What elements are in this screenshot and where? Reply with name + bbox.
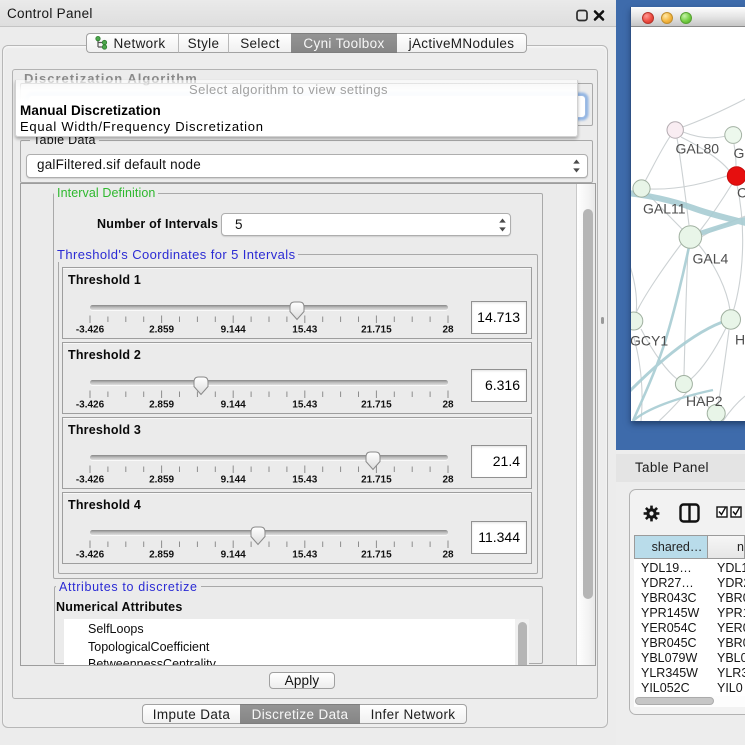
svg-text:15.43: 15.43 bbox=[292, 550, 317, 561]
svg-text:15.43: 15.43 bbox=[292, 400, 317, 411]
svg-text:G.: G. bbox=[734, 145, 745, 161]
svg-text:GAL80: GAL80 bbox=[676, 141, 720, 157]
svg-text:28: 28 bbox=[442, 550, 454, 561]
svg-text:21.715: 21.715 bbox=[361, 325, 392, 336]
svg-text:C: C bbox=[737, 185, 745, 201]
svg-text:15.43: 15.43 bbox=[292, 325, 317, 336]
svg-text:28: 28 bbox=[442, 475, 454, 486]
svg-text:2.859: 2.859 bbox=[149, 325, 174, 336]
svg-text:28: 28 bbox=[442, 400, 454, 411]
svg-text:2.859: 2.859 bbox=[149, 475, 174, 486]
svg-text:28: 28 bbox=[442, 325, 454, 336]
svg-text:21.715: 21.715 bbox=[361, 400, 392, 411]
svg-text:GAL4: GAL4 bbox=[693, 251, 729, 267]
svg-text:9.144: 9.144 bbox=[221, 400, 246, 411]
svg-text:15.43: 15.43 bbox=[292, 475, 317, 486]
svg-text:9.144: 9.144 bbox=[221, 325, 246, 336]
svg-text:21.715: 21.715 bbox=[361, 475, 392, 486]
svg-text:2.859: 2.859 bbox=[149, 550, 174, 561]
svg-text:-3.426: -3.426 bbox=[76, 325, 105, 336]
svg-text:-3.426: -3.426 bbox=[76, 550, 105, 561]
svg-text:9.144: 9.144 bbox=[221, 550, 246, 561]
svg-text:HAP2: HAP2 bbox=[686, 393, 723, 409]
svg-text:21.715: 21.715 bbox=[361, 550, 392, 561]
svg-text:H: H bbox=[735, 332, 745, 348]
svg-text:-3.426: -3.426 bbox=[76, 400, 105, 411]
svg-text:2.859: 2.859 bbox=[149, 400, 174, 411]
svg-text:GAL11: GAL11 bbox=[643, 201, 686, 217]
svg-text:-3.426: -3.426 bbox=[76, 475, 105, 486]
svg-text:GCY1: GCY1 bbox=[631, 333, 668, 349]
svg-text:9.144: 9.144 bbox=[221, 475, 246, 486]
